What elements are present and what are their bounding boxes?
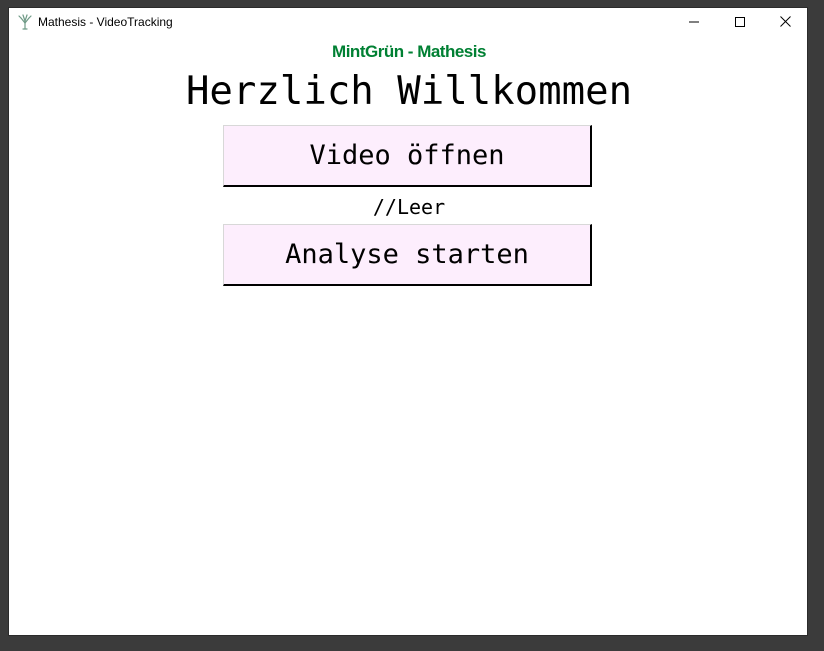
minimize-button[interactable] — [671, 8, 717, 37]
close-icon — [779, 14, 791, 32]
open-video-button[interactable]: Video öffnen — [223, 125, 592, 187]
window-title: Mathesis - VideoTracking — [38, 15, 173, 29]
welcome-heading: Herzlich Willkommen — [185, 69, 633, 114]
tree-icon — [17, 13, 33, 30]
maximize-button[interactable] — [717, 8, 763, 37]
main-content: MintGrün - Mathesis Herzlich Willkommen … — [9, 37, 807, 635]
file-status-label: //Leer — [372, 195, 446, 219]
app-window: Mathesis - VideoTracking MintGrün - Math… — [8, 7, 808, 636]
maximize-icon — [735, 14, 745, 32]
close-button[interactable] — [762, 8, 808, 37]
start-analysis-button[interactable]: Analyse starten — [223, 224, 592, 286]
brand-label: MintGrün - Mathesis — [332, 42, 486, 61]
minimize-icon — [689, 14, 699, 32]
title-bar[interactable]: Mathesis - VideoTracking — [9, 8, 807, 37]
